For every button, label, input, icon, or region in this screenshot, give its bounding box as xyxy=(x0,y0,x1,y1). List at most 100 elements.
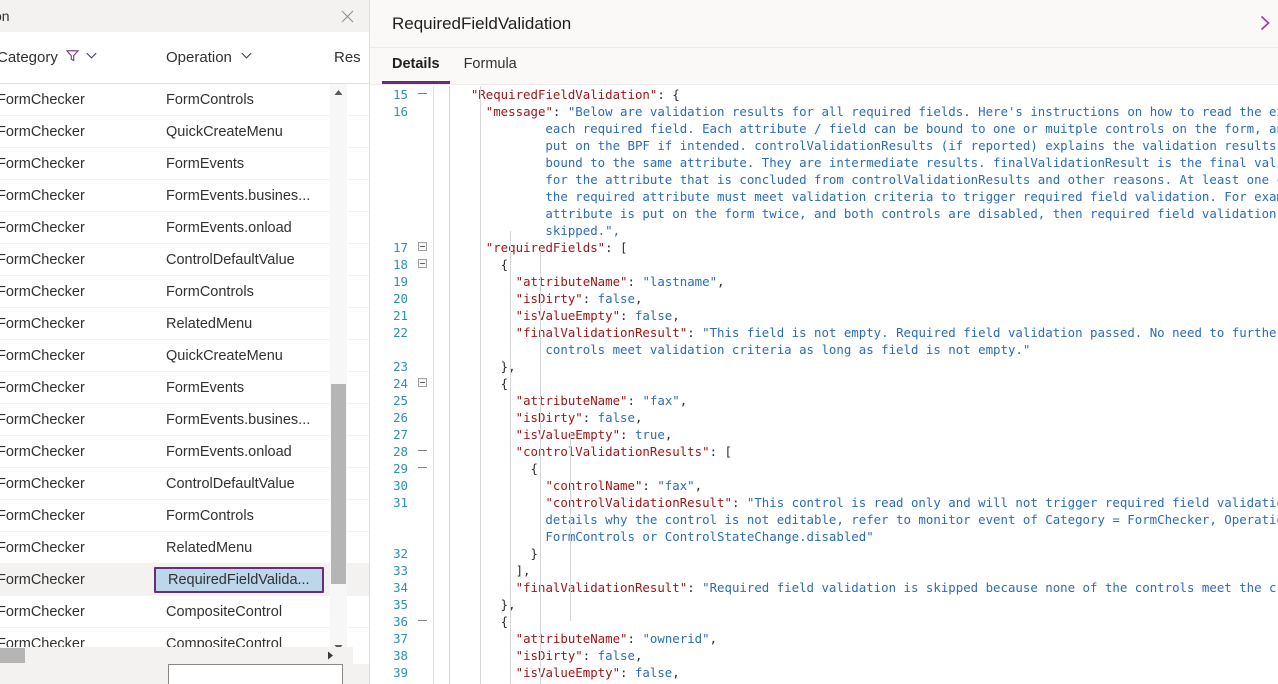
code-line: 27 "isValueEmpty": true, xyxy=(370,426,1278,443)
column-header-result[interactable]: Res xyxy=(334,49,361,66)
cell-operation[interactable]: FormEvents.onload xyxy=(166,444,292,460)
line-number: 24 xyxy=(370,375,411,392)
code-line: 33 ], xyxy=(370,562,1278,579)
table-row[interactable]: FormCheckerQuickCreateMenuS xyxy=(0,340,370,372)
table-row[interactable]: FormCheckerControlDefaultValueS xyxy=(0,468,370,500)
cell-operation-selected[interactable]: RequiredFieldValida... xyxy=(154,567,324,593)
cell-operation[interactable]: FormControls xyxy=(166,92,254,108)
table-row[interactable]: FormCheckerFormEvents.busines...S xyxy=(0,180,370,212)
details-tabs[interactable]: DetailsFormula xyxy=(370,48,1278,85)
fold-empty xyxy=(411,426,433,429)
chevron-right-icon[interactable] xyxy=(1256,14,1274,37)
code-text: "finalValidationResult": "Required field… xyxy=(433,579,1278,596)
table-row[interactable]: FormCheckerRequiredFieldValida...S xyxy=(0,564,370,596)
cell-operation[interactable]: FormEvents.onload xyxy=(166,220,292,236)
column-header-result-label: Res xyxy=(334,49,361,66)
column-header-operation[interactable]: Operation xyxy=(166,48,254,67)
cell-category: FormChecker xyxy=(0,604,85,620)
cell-category: FormChecker xyxy=(0,316,85,332)
table-row[interactable]: FormCheckerFormControlsS xyxy=(0,500,370,532)
line-number: 25 xyxy=(370,392,411,409)
events-grid-panel: on Category Operation xyxy=(0,0,370,684)
grid-vertical-scrollbar[interactable] xyxy=(330,84,347,656)
column-header-category[interactable]: Category xyxy=(0,48,99,67)
fold-empty xyxy=(411,494,433,497)
table-row[interactable]: FormCheckerFormEvents.busines...S xyxy=(0,404,370,436)
line-number: 33 xyxy=(370,562,411,579)
table-row[interactable]: FormCheckerFormControlsS xyxy=(0,276,370,308)
cell-operation[interactable]: FormEvents.busines... xyxy=(166,412,310,428)
fold-empty xyxy=(411,307,433,310)
fold-line-icon[interactable] xyxy=(411,460,433,472)
table-row[interactable]: FormCheckerFormEventsS xyxy=(0,372,370,404)
filter-icon[interactable] xyxy=(65,48,80,67)
fold-collapse-icon[interactable] xyxy=(411,239,433,251)
fold-empty xyxy=(411,358,433,361)
scroll-right-arrow[interactable] xyxy=(322,647,339,664)
fold-empty xyxy=(411,392,433,395)
code-text: "controlValidationResults": [ xyxy=(433,443,1278,460)
fold-empty xyxy=(411,103,433,106)
cell-operation[interactable]: FormEvents xyxy=(166,380,244,396)
json-code-viewer[interactable]: 15 "RequiredFieldValidation": {16 "messa… xyxy=(370,86,1278,684)
table-row[interactable]: FormCheckerFormEvents.onloadS xyxy=(0,436,370,468)
table-row[interactable]: FormCheckerRelatedMenuS xyxy=(0,308,370,340)
cell-operation[interactable]: CompositeControl xyxy=(166,604,282,620)
cell-operation[interactable]: FormEvents.busines... xyxy=(166,188,310,204)
code-line: 21 "isValueEmpty": false, xyxy=(370,307,1278,324)
line-number: 16 xyxy=(370,103,411,120)
code-text: "message": "Below are validation results… xyxy=(433,103,1278,239)
chevron-down-icon[interactable] xyxy=(84,48,99,67)
fold-collapse-icon[interactable] xyxy=(411,256,433,268)
cell-category: FormChecker xyxy=(0,508,85,524)
vertical-scroll-thumb[interactable] xyxy=(331,384,346,584)
fold-empty xyxy=(411,324,433,327)
table-row[interactable]: FormCheckerControlDefaultValueS xyxy=(0,244,370,276)
cell-operation[interactable]: FormControls xyxy=(166,508,254,524)
code-line: 20 "isDirty": false, xyxy=(370,290,1278,307)
cell-operation[interactable]: RelatedMenu xyxy=(166,316,252,332)
cell-operation[interactable]: ControlDefaultValue xyxy=(166,476,295,492)
horizontal-scroll-thumb[interactable] xyxy=(0,648,25,663)
code-text: "attributeName": "lastname", xyxy=(433,273,1278,290)
code-lines-container: 15 "RequiredFieldValidation": {16 "messa… xyxy=(370,86,1278,684)
code-text: { xyxy=(433,375,1278,392)
code-line: 23 }, xyxy=(370,358,1278,375)
scroll-up-arrow[interactable] xyxy=(330,84,347,101)
fold-collapse-icon[interactable] xyxy=(411,375,433,387)
cell-category: FormChecker xyxy=(0,156,85,172)
code-line: 32 } xyxy=(370,545,1278,562)
table-row[interactable]: FormCheckerFormEventsS xyxy=(0,148,370,180)
filter-input[interactable] xyxy=(168,664,343,684)
table-row[interactable]: FormCheckerQuickCreateMenuS xyxy=(0,116,370,148)
cell-operation[interactable]: QuickCreateMenu xyxy=(166,348,283,364)
grid-horizontal-scrollbar[interactable] xyxy=(0,647,353,664)
table-row[interactable]: FormCheckerFormControlsS xyxy=(0,84,370,116)
grid-rows-container[interactable]: FormCheckerFormControlsSFormCheckerQuick… xyxy=(0,84,370,656)
cell-operation[interactable]: FormEvents xyxy=(166,156,244,172)
cell-operation[interactable]: QuickCreateMenu xyxy=(166,124,283,140)
column-header-operation-label: Operation xyxy=(166,49,232,66)
code-text: "controlValidationResult": "This control… xyxy=(433,494,1278,545)
code-line: 35 }, xyxy=(370,596,1278,613)
tab-details[interactable]: Details xyxy=(380,48,452,84)
fold-empty xyxy=(411,596,433,599)
panel-title: on xyxy=(0,8,10,24)
cell-operation[interactable]: ControlDefaultValue xyxy=(166,252,295,268)
line-number: 18 xyxy=(370,256,411,273)
chevron-down-icon[interactable] xyxy=(239,48,254,67)
table-row[interactable]: FormCheckerFormEvents.onloadS xyxy=(0,212,370,244)
code-line: 39 "isValueEmpty": false, xyxy=(370,664,1278,681)
tab-formula[interactable]: Formula xyxy=(452,48,529,84)
close-icon[interactable] xyxy=(331,1,363,31)
cell-operation[interactable]: RelatedMenu xyxy=(166,540,252,556)
code-text: { xyxy=(433,613,1278,630)
table-row[interactable]: FormCheckerCompositeControlE xyxy=(0,596,370,628)
fold-line-icon[interactable] xyxy=(411,86,433,98)
details-panel: RequiredFieldValidation DetailsFormula 1… xyxy=(370,0,1278,684)
line-number: 23 xyxy=(370,358,411,375)
table-row[interactable]: FormCheckerRelatedMenuS xyxy=(0,532,370,564)
fold-line-icon[interactable] xyxy=(411,613,433,625)
cell-operation[interactable]: FormControls xyxy=(166,284,254,300)
fold-line-icon[interactable] xyxy=(411,443,433,455)
